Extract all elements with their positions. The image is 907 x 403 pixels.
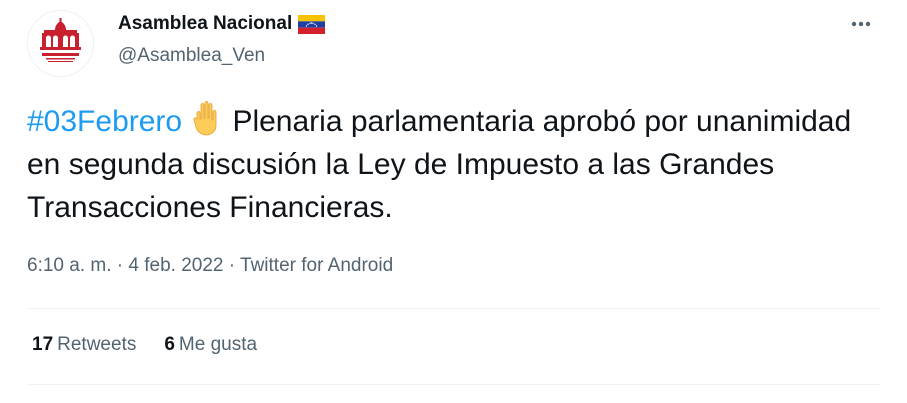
more-dots-icon	[851, 21, 871, 27]
retweets-count: 17	[32, 334, 54, 355]
tweet-metadata: 6:10 a. m. · 4 feb. 2022 · Twitter for A…	[27, 255, 393, 277]
tweet-source[interactable]: Twitter for Android	[240, 255, 393, 276]
raised-hand-icon	[193, 101, 217, 136]
tweet-time[interactable]: 6:10 a. m.	[27, 255, 112, 276]
divider	[27, 384, 880, 385]
retweets-stat[interactable]: 17 Retweets	[32, 334, 136, 356]
meta-separator: ·	[223, 255, 241, 276]
author-name-row[interactable]: Asamblea Nacional	[118, 13, 326, 35]
more-options-button[interactable]	[846, 12, 876, 38]
venezuela-flag-icon	[298, 14, 326, 34]
tweet-text: #03Febrero Plenaria parlamentaria aprobó…	[27, 99, 887, 229]
likes-label: Me gusta	[178, 334, 258, 355]
author-display-name[interactable]: Asamblea Nacional	[118, 13, 292, 35]
avatar[interactable]	[27, 10, 94, 77]
tweet-stats: 17 Retweets 6 Me gusta	[32, 334, 257, 356]
hashtag-link[interactable]: #03Febrero	[27, 105, 182, 138]
likes-count: 6	[164, 334, 175, 355]
retweets-label: Retweets	[57, 334, 137, 355]
asamblea-logo-icon	[40, 18, 81, 62]
tweet-date[interactable]: 4 feb. 2022	[128, 255, 223, 276]
likes-stat[interactable]: 6 Me gusta	[164, 334, 257, 356]
meta-separator: ·	[111, 255, 129, 276]
author-handle[interactable]: @Asamblea_Ven	[118, 45, 265, 67]
divider	[27, 308, 880, 309]
